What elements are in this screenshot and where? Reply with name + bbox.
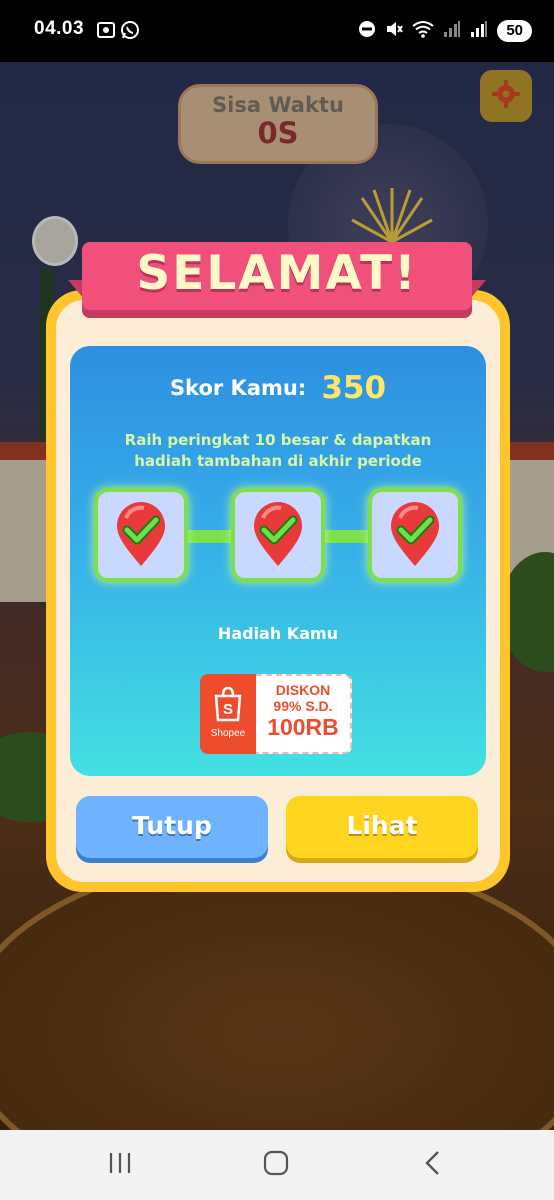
checked-pin-icon bbox=[117, 502, 165, 566]
shopping-bag-icon: S bbox=[214, 686, 242, 722]
result-panel: Skor Kamu: 350 Raih peringkat 10 besar &… bbox=[70, 346, 486, 776]
score-row: Skor Kamu: 350 bbox=[70, 370, 486, 406]
dnd-icon bbox=[358, 20, 376, 42]
checked-pin-icon bbox=[254, 502, 302, 566]
recents-icon bbox=[107, 1151, 133, 1179]
mute-icon bbox=[385, 20, 404, 42]
status-bar: 04.03 50 bbox=[0, 0, 554, 62]
voucher-details: DISKON 99% S.D. 100RB bbox=[256, 674, 352, 754]
modal-title: SELAMAT! bbox=[136, 246, 418, 301]
step-connector bbox=[188, 530, 231, 543]
reward-label: Hadiah Kamu bbox=[217, 624, 339, 643]
home-icon bbox=[263, 1150, 289, 1180]
progress-steps bbox=[94, 488, 462, 584]
svg-text:S: S bbox=[223, 701, 233, 718]
signal-icon bbox=[470, 20, 488, 42]
screenshot-icon bbox=[96, 20, 116, 40]
view-button[interactable]: Lihat bbox=[286, 796, 478, 858]
title-ribbon: SELAMAT! bbox=[68, 232, 486, 334]
instruction-text: Raih peringkat 10 besar & dapatkan hadia… bbox=[100, 430, 456, 472]
checked-pin-icon bbox=[391, 502, 439, 566]
signal-icon bbox=[443, 20, 461, 42]
shopee-logo: S Shopee bbox=[200, 674, 256, 754]
step-checkpoint bbox=[231, 488, 325, 582]
instruction-line: Raih peringkat 10 besar & dapatkan bbox=[124, 431, 432, 449]
voucher-amount: 100RB bbox=[267, 714, 339, 740]
voucher-brand: Shopee bbox=[210, 728, 246, 739]
back-icon bbox=[422, 1150, 442, 1180]
step-checkpoint bbox=[94, 488, 188, 582]
wifi-icon bbox=[412, 20, 434, 42]
score-value: 350 bbox=[321, 370, 387, 406]
navigation-bar bbox=[0, 1130, 554, 1200]
status-time: 04.03 bbox=[34, 18, 85, 39]
home-button[interactable] bbox=[256, 1148, 296, 1182]
step-checkpoint bbox=[368, 488, 462, 582]
voucher-line: DISKON bbox=[275, 682, 331, 698]
back-button[interactable] bbox=[412, 1148, 452, 1182]
whatsapp-icon bbox=[120, 20, 140, 40]
step-connector bbox=[325, 530, 368, 543]
modal-body: Skor Kamu: 350 Raih peringkat 10 besar &… bbox=[56, 300, 500, 882]
instruction-line: hadiah tambahan di akhir periode bbox=[134, 452, 422, 470]
recents-button[interactable] bbox=[100, 1148, 140, 1182]
score-label: Skor Kamu: bbox=[169, 376, 307, 400]
result-modal: Skor Kamu: 350 Raih peringkat 10 besar &… bbox=[46, 290, 510, 892]
status-icons: 50 bbox=[358, 18, 532, 44]
voucher-card: S Shopee DISKON 99% S.D. 100RB bbox=[200, 674, 352, 754]
voucher-line: 99% S.D. bbox=[273, 698, 333, 714]
battery-indicator: 50 bbox=[497, 20, 532, 42]
close-button[interactable]: Tutup bbox=[76, 796, 268, 858]
